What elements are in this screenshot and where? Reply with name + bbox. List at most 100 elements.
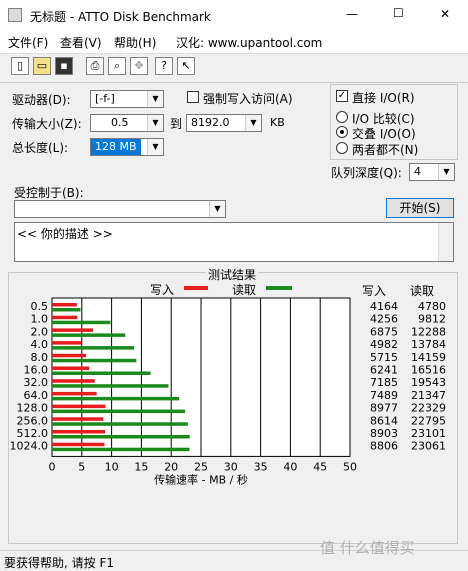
x-axis-label: 传输速率 - MB / 秒 [154, 472, 248, 486]
menu-help[interactable]: 帮助(H) [114, 34, 156, 51]
write-value: 7185 [370, 376, 398, 389]
description-text: << 你的描述 >> [17, 227, 113, 241]
write-value: 8977 [370, 402, 398, 415]
read-value: 23061 [411, 440, 446, 453]
bar-write [52, 391, 97, 396]
transfer-to-select[interactable]: 8192.0 ▼ [186, 114, 262, 132]
bar-read [52, 308, 81, 312]
print-icon[interactable]: ⎙ [86, 57, 104, 75]
x-tick-label: 30 [224, 460, 238, 473]
category-label: 32.0 [24, 376, 49, 389]
bar-write [52, 303, 77, 307]
write-value: 7489 [370, 389, 398, 402]
io-compare-radio[interactable] [336, 111, 348, 123]
bar-write [52, 442, 105, 447]
x-tick-label: 35 [254, 460, 268, 473]
write-value: 4256 [370, 313, 398, 326]
write-value: 8614 [370, 414, 398, 427]
read-value: 21347 [411, 389, 446, 402]
total-length-label: 总长度(L): [12, 141, 69, 155]
open-icon[interactable]: ▭ [33, 57, 51, 75]
chevron-down-icon: ▼ [147, 115, 163, 131]
drive-label: 驱动器(D): [12, 93, 71, 107]
force-write-checkbox[interactable] [187, 91, 199, 103]
queue-depth-value: 4 [414, 165, 421, 178]
context-help-icon[interactable]: ↖ [177, 57, 195, 75]
menu-view[interactable]: 查看(V) [60, 34, 102, 51]
transfer-from-select[interactable]: 0.5 ▼ [90, 114, 164, 132]
overlap-io-label: 交叠 I/O(O) [352, 127, 416, 141]
read-value: 23101 [411, 427, 446, 440]
bar-write [52, 379, 95, 383]
write-value: 4982 [370, 338, 398, 351]
new-icon[interactable]: ▯ [11, 57, 29, 75]
close-button[interactable]: ✕ [440, 7, 450, 21]
x-tick-label: 25 [194, 460, 208, 473]
write-value: 8806 [370, 440, 398, 453]
bar-write [52, 328, 93, 332]
menu-translation[interactable]: 汉化: www.upantool.com [176, 34, 322, 51]
toolbar: ▯ ▭ ▪ ⎙ ⌕ ✥ ? ↖ [0, 53, 468, 83]
bar-write [52, 341, 82, 345]
bar-read [52, 346, 135, 350]
menu-file[interactable]: 文件(F) [8, 34, 48, 51]
bar-write [52, 366, 90, 370]
move-icon[interactable]: ✥ [130, 57, 148, 75]
write-value: 4164 [370, 300, 398, 313]
read-value: 9812 [418, 313, 446, 326]
minimize-button[interactable]: — [346, 7, 358, 21]
drive-select[interactable]: [-f-] ▼ [90, 90, 164, 108]
bar-write [52, 417, 104, 421]
chevron-down-icon: ▼ [245, 115, 261, 131]
x-tick-label: 40 [283, 460, 297, 473]
bar-read [52, 435, 190, 439]
read-value: 14159 [411, 351, 446, 364]
category-label: 128.0 [17, 402, 49, 415]
read-value: 22329 [411, 402, 446, 415]
queue-depth-label: 队列深度(Q): [331, 166, 402, 180]
queue-depth-select[interactable]: 4 ▼ [409, 163, 455, 181]
drive-value: [-f-] [95, 92, 115, 105]
category-label: 1.0 [31, 313, 49, 326]
category-label: 256.0 [17, 414, 49, 427]
bar-read [52, 371, 151, 375]
results-chart: 0 5 10 15 20 25 30 35 40 45 50 传输速率 - MB / 秒 0.5 4164… [10, 297, 446, 486]
maximize-button[interactable]: ☐ [393, 6, 404, 20]
write-value: 8903 [370, 427, 398, 440]
read-value: 4780 [418, 300, 446, 313]
bar-write [52, 315, 78, 320]
controlled-by-select[interactable]: ▼ [14, 200, 226, 218]
neither-label: 两者都不(N) [352, 143, 419, 157]
help-icon[interactable]: ? [155, 57, 173, 75]
x-tick-label: 5 [78, 460, 85, 473]
description-textarea[interactable]: << 你的描述 >> [14, 222, 454, 262]
category-label: 2.0 [31, 325, 49, 338]
start-button[interactable]: 开始(S) [386, 198, 454, 218]
category-label: 4.0 [31, 338, 49, 351]
controlled-by-label: 受控制于(B): [14, 186, 84, 200]
watermark: 值 什么值得买 [320, 539, 415, 557]
x-tick-label: 15 [134, 460, 148, 473]
legend-write-swatch [184, 286, 208, 290]
bar-read [52, 447, 190, 452]
print-preview-icon[interactable]: ⌕ [108, 57, 126, 75]
scrollbar[interactable] [438, 223, 453, 261]
direct-io-checkbox[interactable]: ✓ [336, 90, 348, 102]
x-tick-label: 0 [49, 460, 56, 473]
read-value: 12288 [411, 325, 446, 338]
window-title: 无标题 - ATTO Disk Benchmark [30, 10, 211, 24]
save-icon[interactable]: ▪ [55, 57, 73, 75]
bar-write [52, 404, 106, 409]
total-length-select[interactable]: 128 MB ▼ [90, 138, 164, 156]
status-bar: 要获得帮助, 请按 F1 值 什么值得买 [0, 539, 468, 571]
read-value: 16516 [411, 364, 446, 377]
neither-radio[interactable] [336, 142, 348, 154]
menu-bar: 文件(F) 查看(V) 帮助(H) 汉化: www.upantool.com [0, 31, 468, 53]
app-icon [8, 8, 22, 22]
overlap-io-radio[interactable] [336, 126, 348, 138]
status-text: 要获得帮助, 请按 F1 [4, 556, 114, 570]
category-label: 8.0 [31, 351, 49, 364]
bar-write [52, 430, 106, 434]
to-label: 到 [170, 117, 183, 131]
bar-read [52, 320, 111, 325]
